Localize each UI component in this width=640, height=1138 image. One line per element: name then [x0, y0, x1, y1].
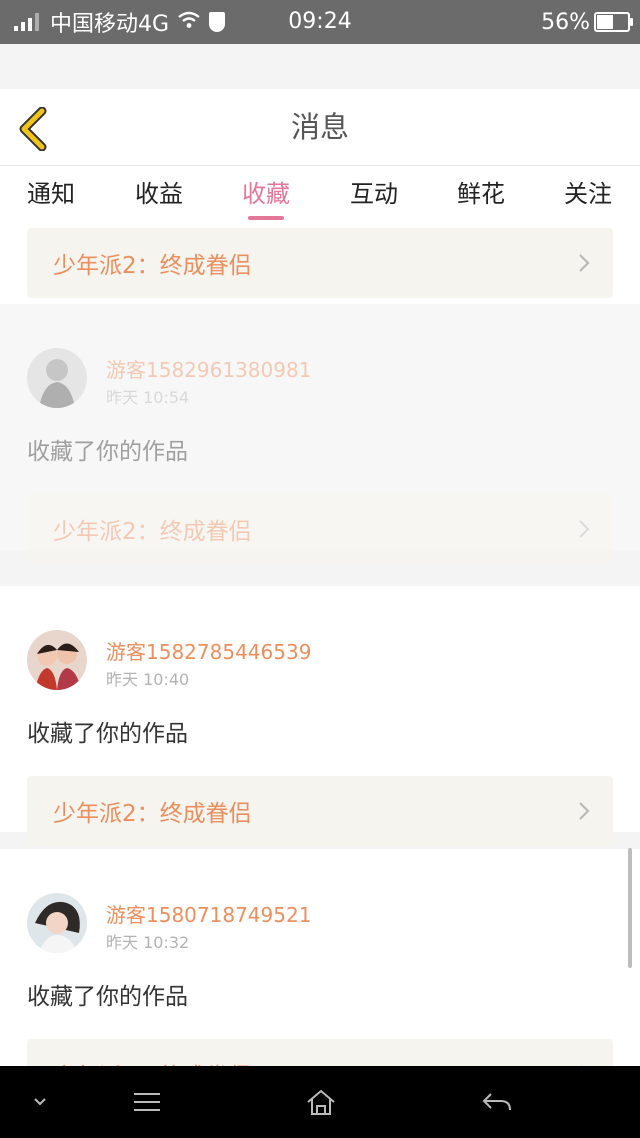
work-title: 少年派2：终成眷侣: [53, 253, 252, 279]
list-item[interactable]: 游客1580718749521 昨天 10:32 收藏了你的作品 少年派2：终成…: [0, 849, 640, 1066]
status-right: 56%: [541, 0, 633, 44]
work-link[interactable]: 少年派2：终成眷侣: [27, 1039, 613, 1066]
message-list[interactable]: 少年派2：终成眷侣 游客1582961380981 昨天 10:54 收藏了你的…: [0, 228, 640, 1066]
tab-notifications[interactable]: 通知: [27, 166, 75, 228]
scrollbar[interactable]: [628, 848, 632, 968]
avatar[interactable]: [27, 348, 87, 408]
header-spacer: [0, 44, 640, 89]
battery-icon: [594, 12, 633, 32]
nav-bar: 消息: [0, 89, 640, 166]
home-icon[interactable]: [296, 1066, 346, 1138]
tab-earnings[interactable]: 收益: [135, 166, 183, 228]
timestamp: 昨天 10:40: [106, 670, 190, 689]
avatar[interactable]: [27, 893, 87, 953]
chevron-right-icon: [579, 254, 590, 272]
chevron-right-icon: [579, 802, 590, 820]
timestamp: 昨天 10:54: [106, 388, 190, 407]
page-title: 消息: [290, 110, 349, 144]
avatar[interactable]: [27, 630, 87, 690]
action-text: 收藏了你的作品: [27, 721, 188, 747]
tab-interactions[interactable]: 互动: [350, 166, 398, 228]
menu-icon[interactable]: [122, 1066, 172, 1138]
system-nav-bar: [0, 1066, 640, 1138]
back-arrow-icon[interactable]: [472, 1066, 522, 1138]
work-title: 少年派2：终成眷侣: [53, 519, 252, 545]
action-text: 收藏了你的作品: [27, 984, 188, 1010]
work-link[interactable]: 少年派2：终成眷侣: [27, 228, 613, 298]
tab-follows[interactable]: 关注: [564, 166, 612, 228]
status-bar: 中国移动4G 09:24 56%: [0, 0, 640, 44]
tab-flowers[interactable]: 鲜花: [457, 166, 505, 228]
work-link[interactable]: 少年派2：终成眷侣: [27, 494, 613, 564]
list-item[interactable]: 游客1582961380981 昨天 10:54 收藏了你的作品 少年派2：终成…: [0, 304, 640, 564]
username[interactable]: 游客1582961380981: [106, 354, 311, 383]
username[interactable]: 游客1582785446539: [106, 636, 311, 665]
list-item[interactable]: 游客1582785446539 昨天 10:40 收藏了你的作品 少年派2：终成…: [0, 586, 640, 846]
work-title: 少年派2：终成眷侣: [53, 1057, 577, 1066]
chevron-right-icon: [579, 520, 590, 538]
work-link[interactable]: 少年派2：终成眷侣: [27, 776, 613, 846]
action-text: 收藏了你的作品: [27, 439, 188, 465]
list-item-partial: 少年派2：终成眷侣: [0, 228, 640, 304]
chevron-down-icon[interactable]: [22, 1066, 58, 1138]
battery-percent: 56%: [541, 9, 590, 35]
timestamp: 昨天 10:32: [106, 933, 190, 952]
tab-bar: 通知 收益 收藏 互动 鲜花 关注: [0, 166, 640, 228]
username[interactable]: 游客1580718749521: [106, 899, 311, 928]
work-title: 少年派2：终成眷侣: [53, 801, 252, 827]
active-tab-indicator: [248, 216, 284, 220]
